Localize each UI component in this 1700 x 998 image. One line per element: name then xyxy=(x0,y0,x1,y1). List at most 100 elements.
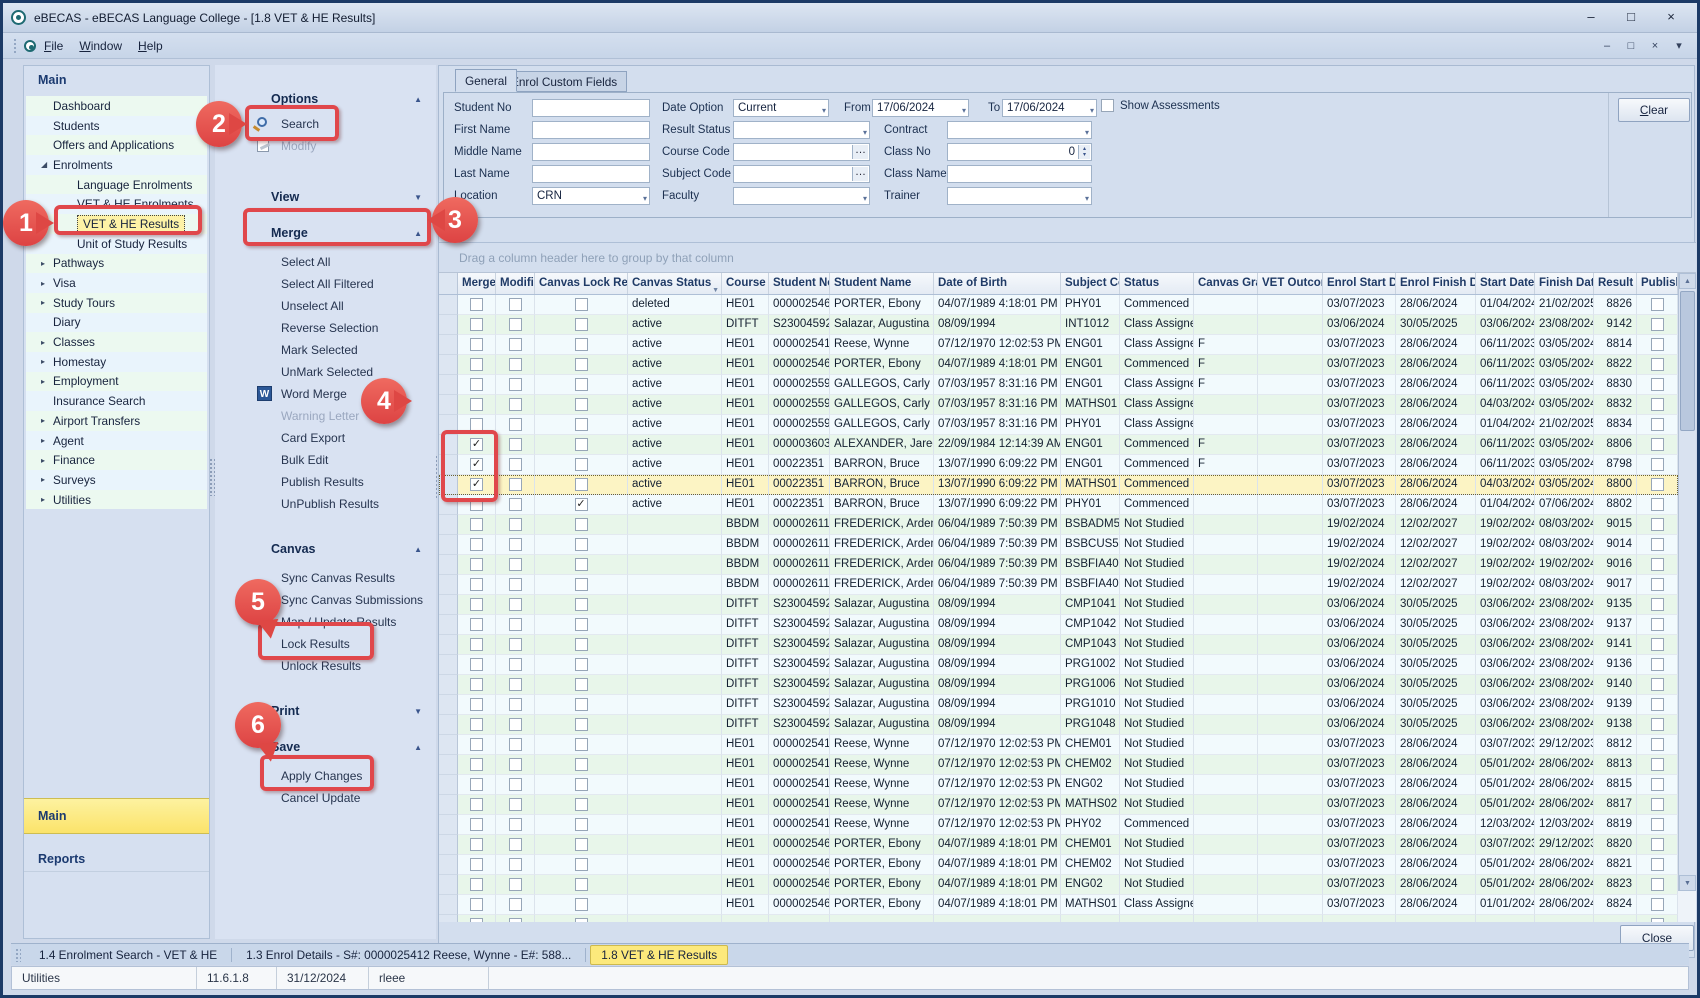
publish-checkbox[interactable] xyxy=(1651,758,1664,771)
modified-checkbox[interactable] xyxy=(509,658,522,671)
modified-checkbox[interactable] xyxy=(509,478,522,491)
tree-collapsed-icon[interactable]: ▸ xyxy=(41,259,53,268)
tab-enrol-custom-fields[interactable]: Enrol Custom Fields xyxy=(501,71,627,92)
column-header-canvas-lock-result[interactable]: Canvas Lock Result xyxy=(535,273,628,294)
modified-checkbox[interactable] xyxy=(509,618,522,631)
vertical-scrollbar[interactable]: ▲ ▼ xyxy=(1678,273,1696,891)
modified-checkbox[interactable] xyxy=(509,858,522,871)
column-header-enrol-start-date[interactable]: Enrol Start Date xyxy=(1323,273,1396,294)
group-by-bar[interactable]: Drag a column header here to group by th… xyxy=(439,243,1696,273)
middle-name-input[interactable] xyxy=(532,143,650,161)
modified-checkbox[interactable] xyxy=(509,758,522,771)
mdi-tab-enrol-details[interactable]: 1.3 Enrol Details - S#: 0000025412 Reese… xyxy=(236,945,581,965)
tree-collapsed-icon[interactable]: ▸ xyxy=(41,456,53,465)
tree-collapsed-icon[interactable]: ▸ xyxy=(41,495,53,504)
ellipsis-icon[interactable]: … xyxy=(852,167,868,181)
close-window-button[interactable]: × xyxy=(1653,8,1689,28)
tree-collapsed-icon[interactable]: ▸ xyxy=(41,377,53,386)
modified-checkbox[interactable] xyxy=(509,678,522,691)
publish-checkbox[interactable] xyxy=(1651,458,1664,471)
canvas-lock-result-checkbox[interactable] xyxy=(575,698,588,711)
column-header-finish-date[interactable]: Finish Date xyxy=(1535,273,1594,294)
menu-item-help[interactable]: Help xyxy=(130,36,171,56)
canvas-lock-result-checkbox[interactable] xyxy=(575,858,588,871)
publish-checkbox[interactable] xyxy=(1651,538,1664,551)
publish-checkbox[interactable] xyxy=(1651,618,1664,631)
modified-checkbox[interactable] xyxy=(509,638,522,651)
tree-expanded-icon[interactable]: ◢ xyxy=(41,160,53,169)
publish-checkbox[interactable] xyxy=(1651,818,1664,831)
merge-checkbox[interactable] xyxy=(470,598,483,611)
sidebar-item-employment[interactable]: ▸Employment xyxy=(26,372,207,392)
dropdown-icon[interactable]: ▾ xyxy=(962,103,966,117)
action-unpublish-results[interactable]: UnPublish Results xyxy=(215,493,436,515)
modified-checkbox[interactable] xyxy=(509,898,522,911)
sidebar-item-offers-and-applications[interactable]: Offers and Applications xyxy=(26,135,207,155)
date-option-select[interactable]: Current▾ xyxy=(733,99,829,117)
merge-checkbox[interactable] xyxy=(470,558,483,571)
modified-checkbox[interactable] xyxy=(509,418,522,431)
modified-checkbox[interactable] xyxy=(509,778,522,791)
modified-checkbox[interactable] xyxy=(509,698,522,711)
publish-checkbox[interactable] xyxy=(1651,418,1664,431)
merge-checkbox[interactable] xyxy=(470,858,483,871)
table-row[interactable]: DITFTS230045920Salazar, Augustina08/09/1… xyxy=(439,635,1678,655)
tab-general[interactable]: General xyxy=(455,69,517,92)
publish-checkbox[interactable] xyxy=(1651,578,1664,591)
table-row[interactable]: DITFTS230045920Salazar, Augustina08/09/1… xyxy=(439,595,1678,615)
table-row[interactable]: activeHE010000025594GALLEGOS, Carly07/03… xyxy=(439,415,1678,435)
table-row[interactable]: ✓activeHE0100022351BARRON, Bruce13/07/19… xyxy=(439,495,1678,515)
column-header-modified[interactable]: Modified xyxy=(496,273,535,294)
dropdown-icon[interactable]: ▾ xyxy=(1085,125,1089,139)
maximize-button[interactable]: □ xyxy=(1613,8,1649,28)
ellipsis-icon[interactable]: … xyxy=(852,145,868,159)
student-no-input[interactable] xyxy=(532,99,650,117)
table-row[interactable]: DITFTS230045920Salazar, Augustina08/09/1… xyxy=(439,695,1678,715)
publish-checkbox[interactable] xyxy=(1651,478,1664,491)
merge-checkbox[interactable] xyxy=(470,838,483,851)
merge-checkbox[interactable] xyxy=(470,658,483,671)
publish-checkbox[interactable] xyxy=(1651,298,1664,311)
canvas-lock-result-checkbox[interactable] xyxy=(575,298,588,311)
sidebar-item-surveys[interactable]: ▸Surveys xyxy=(26,470,207,490)
table-row[interactable]: HE010000025469PORTER, Ebony04/07/1989 4:… xyxy=(439,835,1678,855)
merge-checkbox[interactable] xyxy=(470,638,483,651)
table-row[interactable]: HE010000025469PORTER, Ebony04/07/1989 4:… xyxy=(439,855,1678,875)
publish-checkbox[interactable] xyxy=(1651,378,1664,391)
column-header-canvas-status[interactable]: Canvas Status▼ xyxy=(628,273,722,294)
sidebar-item-diary[interactable]: Diary xyxy=(26,313,207,333)
table-row[interactable]: HE010000025412Reese, Wynne07/12/1970 12:… xyxy=(439,815,1678,835)
sidebar-item-enrolments[interactable]: ◢Enrolments xyxy=(26,155,207,175)
column-header-start-date[interactable]: Start Date xyxy=(1476,273,1535,294)
publish-checkbox[interactable] xyxy=(1651,918,1664,922)
table-row[interactable]: DITFTS230045920Salazar, Augustina08/09/1… xyxy=(439,615,1678,635)
canvas-lock-result-checkbox[interactable] xyxy=(575,338,588,351)
publish-checkbox[interactable] xyxy=(1651,358,1664,371)
publish-checkbox[interactable] xyxy=(1651,558,1664,571)
menu-item-window[interactable]: Window xyxy=(71,36,130,56)
filter-icon[interactable]: ▼ xyxy=(712,280,719,294)
table-row[interactable]: HE010000025412Reese, Wynne07/12/1970 12:… xyxy=(439,735,1678,755)
column-header-status[interactable]: Status xyxy=(1120,273,1194,294)
table-row[interactable]: HE010000025412Reese, Wynne07/12/1970 12:… xyxy=(439,775,1678,795)
modified-checkbox[interactable] xyxy=(509,318,522,331)
merge-checkbox[interactable] xyxy=(470,378,483,391)
mdi-grip[interactable] xyxy=(15,948,21,962)
table-row[interactable]: ✓activeHE0100022351BARRON, Bruce13/07/19… xyxy=(439,475,1678,495)
merge-checkbox[interactable] xyxy=(470,298,483,311)
dropdown-icon[interactable]: ▾ xyxy=(1085,191,1089,205)
canvas-lock-result-checkbox[interactable]: ✓ xyxy=(575,498,588,511)
sidebar-item-visa[interactable]: ▸Visa xyxy=(26,273,207,293)
canvas-lock-result-checkbox[interactable] xyxy=(575,678,588,691)
publish-checkbox[interactable] xyxy=(1651,438,1664,451)
merge-checkbox[interactable] xyxy=(470,318,483,331)
modified-checkbox[interactable] xyxy=(509,518,522,531)
section-canvas[interactable]: Canvas▲ xyxy=(215,539,436,559)
canvas-lock-result-checkbox[interactable] xyxy=(575,658,588,671)
mdi-close-icon[interactable]: × xyxy=(1647,40,1663,52)
publish-checkbox[interactable] xyxy=(1651,898,1664,911)
tree-collapsed-icon[interactable]: ▸ xyxy=(41,298,53,307)
table-row[interactable]: BBDM0000026111FREDERICK, Arden06/04/1989… xyxy=(439,515,1678,535)
modified-checkbox[interactable] xyxy=(509,338,522,351)
modified-checkbox[interactable] xyxy=(509,298,522,311)
